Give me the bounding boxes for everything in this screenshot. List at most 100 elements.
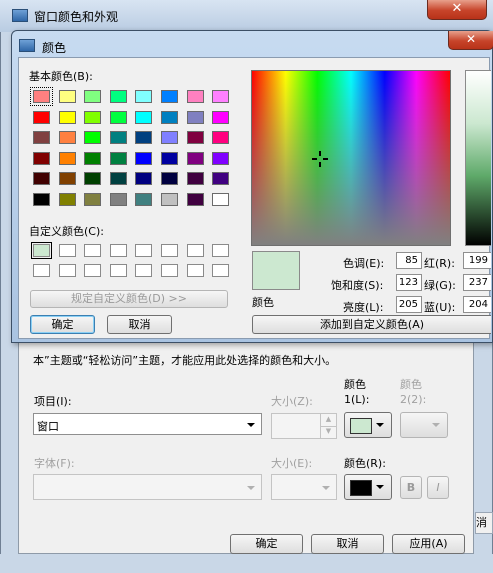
basic-color-swatch[interactable] <box>109 151 127 165</box>
item-label: 项目(I): <box>34 395 72 408</box>
basic-color-swatch[interactable] <box>109 172 127 185</box>
custom-color-swatch[interactable] <box>109 264 127 277</box>
close-icon[interactable]: ✕ <box>427 0 487 20</box>
basic-color-swatch[interactable] <box>84 90 102 103</box>
outer-apply-button[interactable]: 应用(A) <box>392 534 465 554</box>
custom-color-swatch[interactable] <box>58 244 76 257</box>
basic-color-swatch[interactable] <box>84 192 102 206</box>
color-spectrum[interactable] <box>251 70 451 246</box>
basic-color-swatch[interactable] <box>186 90 204 103</box>
basic-color-swatch[interactable] <box>161 151 178 165</box>
basic-color-swatch[interactable] <box>212 131 230 144</box>
add-to-custom-colors-button[interactable]: 添加到自定义颜色(A) <box>252 315 491 334</box>
luminance-slider[interactable] <box>465 70 491 246</box>
custom-color-swatch[interactable] <box>84 264 102 277</box>
font-select[interactable] <box>33 474 262 500</box>
basic-color-swatch[interactable] <box>186 172 204 185</box>
basic-color-swatch[interactable] <box>33 151 50 165</box>
custom-color-swatch[interactable] <box>212 264 230 277</box>
custom-color-swatch[interactable] <box>135 264 153 277</box>
dialog-cancel-button[interactable]: 取消 <box>107 315 172 334</box>
basic-color-swatch[interactable] <box>109 90 127 103</box>
luminance-input[interactable]: 205 <box>396 296 422 313</box>
basic-color-swatch[interactable] <box>109 192 127 206</box>
basic-color-swatch[interactable] <box>109 110 127 124</box>
outer-ok-button[interactable]: 确定 <box>230 534 303 554</box>
basic-color-swatch[interactable] <box>58 110 76 124</box>
basic-color-swatch[interactable] <box>212 151 230 165</box>
basic-color-swatch[interactable] <box>33 110 50 124</box>
custom-color-swatch[interactable] <box>58 264 76 277</box>
basic-color-swatch[interactable] <box>84 131 102 144</box>
basic-color-swatch[interactable] <box>33 192 50 206</box>
custom-color-swatch[interactable] <box>84 244 102 257</box>
basic-color-swatch[interactable] <box>58 172 76 185</box>
basic-color-swatch[interactable] <box>186 151 204 165</box>
custom-color-swatch[interactable] <box>33 264 50 277</box>
define-custom-colors-button[interactable]: 规定自定义颜色(D) >> <box>30 290 228 308</box>
basic-color-swatch[interactable] <box>135 90 153 103</box>
basic-color-swatch[interactable] <box>58 131 76 144</box>
basic-color-swatch[interactable] <box>84 110 102 124</box>
basic-color-swatch[interactable] <box>212 90 230 103</box>
custom-color-swatch[interactable] <box>109 244 127 257</box>
outer-cancel-button[interactable]: 取消 <box>311 534 384 554</box>
basic-color-swatch[interactable] <box>135 131 153 144</box>
close-icon[interactable]: ✕ <box>448 31 493 50</box>
basic-color-swatch[interactable] <box>161 90 178 103</box>
color2-picker-button[interactable] <box>400 412 448 438</box>
color-r-label: 颜色(R): <box>344 457 386 470</box>
basic-color-swatch[interactable] <box>161 192 178 206</box>
color1-picker-button[interactable] <box>344 412 392 438</box>
green-input[interactable]: 237 <box>463 274 491 291</box>
italic-button[interactable]: I <box>427 476 449 499</box>
basic-color-swatch[interactable] <box>84 151 102 165</box>
basic-color-swatch[interactable] <box>186 131 204 144</box>
basic-color-swatch[interactable] <box>109 131 127 144</box>
hue-input[interactable]: 85 <box>396 252 422 269</box>
basic-color-swatch[interactable] <box>161 110 178 124</box>
custom-color-swatch[interactable] <box>186 264 204 277</box>
basic-color-swatch[interactable] <box>212 110 230 124</box>
basic-color-swatch[interactable] <box>212 172 230 185</box>
size-stepper-1[interactable]: ▲ ▼ <box>271 413 337 439</box>
basic-color-swatch[interactable] <box>186 192 204 206</box>
custom-color-swatch[interactable] <box>31 242 52 259</box>
appearance-window-titlebar[interactable]: 窗口颜色和外观 <box>0 0 493 32</box>
basic-color-swatch[interactable] <box>58 192 76 206</box>
color-preview-label: 颜色 <box>252 296 274 309</box>
dialog-ok-button[interactable]: 确定 <box>30 315 95 334</box>
font-color-picker-button[interactable] <box>344 474 392 500</box>
item-select-value: 窗口 <box>37 420 59 433</box>
font-size-select[interactable] <box>271 474 337 500</box>
basic-color-swatch[interactable] <box>30 87 53 106</box>
basic-color-swatch[interactable] <box>135 192 153 206</box>
basic-color-swatch[interactable] <box>84 172 102 185</box>
crosshair-icon <box>312 151 328 167</box>
basic-color-swatch[interactable] <box>186 110 204 124</box>
basic-color-swatch[interactable] <box>58 90 76 103</box>
custom-color-swatch[interactable] <box>161 264 178 277</box>
blue-input[interactable]: 204 <box>463 296 491 313</box>
custom-color-swatch[interactable] <box>161 244 178 257</box>
red-input[interactable]: 199 <box>463 252 491 269</box>
custom-color-swatch[interactable] <box>212 244 230 257</box>
basic-color-swatch[interactable] <box>33 131 50 144</box>
custom-color-swatch[interactable] <box>135 244 153 257</box>
basic-color-swatch[interactable] <box>58 151 76 165</box>
basic-color-swatch[interactable] <box>212 192 230 206</box>
basic-color-swatch[interactable] <box>135 151 153 165</box>
basic-color-swatch[interactable] <box>161 131 178 144</box>
basic-color-swatch[interactable] <box>161 172 178 185</box>
saturation-input[interactable]: 123 <box>396 274 422 291</box>
basic-color-swatch[interactable] <box>33 172 50 185</box>
basic-color-swatch[interactable] <box>135 110 153 124</box>
basic-color-swatch[interactable] <box>135 172 153 185</box>
color-dialog-titlebar[interactable]: 颜色 <box>12 31 492 57</box>
item-select[interactable]: 窗口 <box>33 413 262 435</box>
bold-button[interactable]: B <box>400 476 422 499</box>
chevron-down-icon[interactable]: ▼ <box>320 426 336 438</box>
custom-color-swatch[interactable] <box>186 244 204 257</box>
window-icon <box>12 9 28 22</box>
appearance-window-title: 窗口颜色和外观 <box>34 10 119 24</box>
